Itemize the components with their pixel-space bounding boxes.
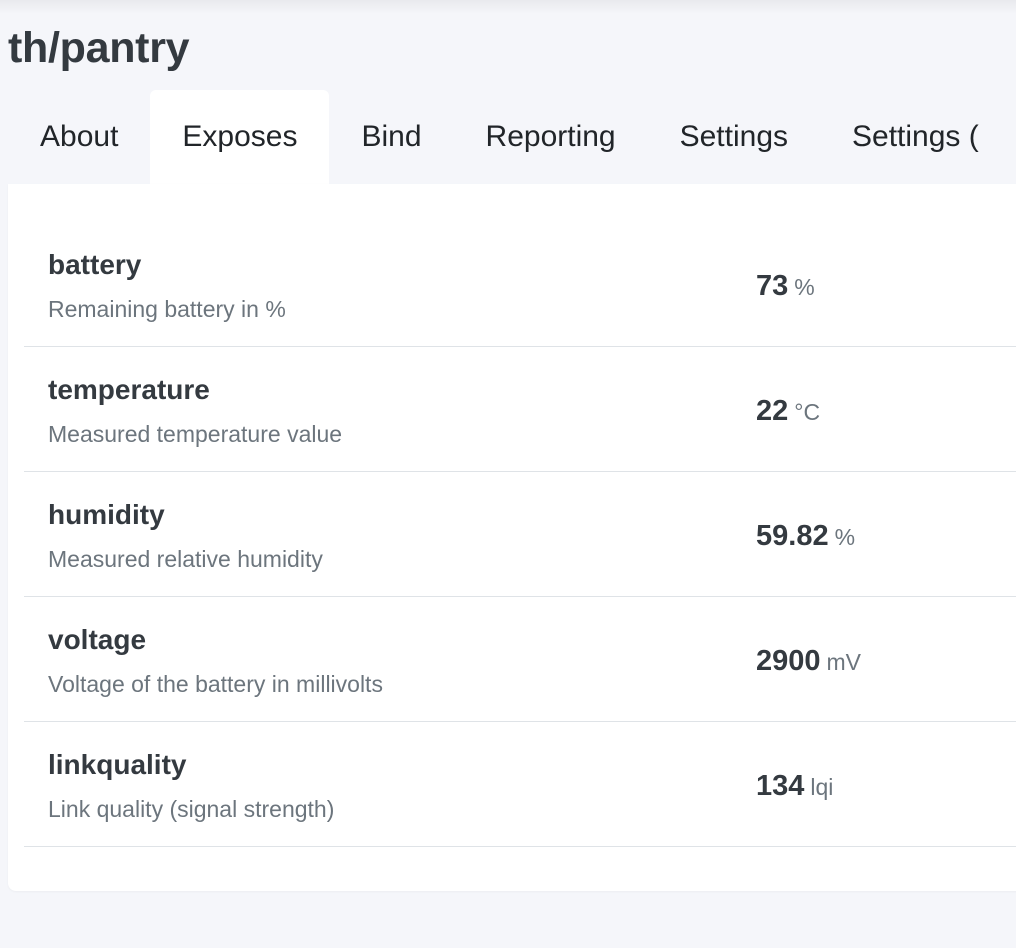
expose-value: 73% xyxy=(756,268,815,309)
page-title: th/pantry xyxy=(8,24,190,72)
expose-name: humidity xyxy=(48,499,165,530)
value-number: 2900 xyxy=(756,645,821,677)
value-unit: mV xyxy=(826,649,862,675)
value-unit: % xyxy=(834,524,856,550)
expose-value: 59.82% xyxy=(756,518,855,559)
expose-description: Measured relative humidity xyxy=(48,546,323,572)
expose-row-temperature: temperature Measured temperature value 2… xyxy=(24,347,1016,472)
expose-description: Voltage of the battery in millivolts xyxy=(48,671,383,697)
expose-name: temperature xyxy=(48,374,210,405)
expose-name: battery xyxy=(48,249,142,280)
expose-list: battery Remaining battery in % 73% tempe… xyxy=(24,222,1016,847)
tab-reporting[interactable]: Reporting xyxy=(454,90,648,184)
tab-bind[interactable]: Bind xyxy=(329,90,453,184)
value-unit: °C xyxy=(794,399,821,425)
tab-exposes[interactable]: Exposes xyxy=(150,90,330,184)
expose-name: linkquality xyxy=(48,749,187,780)
expose-description: Measured temperature value xyxy=(48,421,343,447)
value-unit: % xyxy=(794,274,815,300)
expose-value: 2900 mV xyxy=(756,643,861,684)
tab-bar: About Exposes Bind Reporting Settings Se… xyxy=(8,90,1016,184)
expose-description: Link quality (signal strength) xyxy=(48,796,335,822)
value-number: 134 xyxy=(756,770,805,802)
value-number: 22 xyxy=(756,395,789,427)
expose-row-linkquality: linkquality Link quality (signal strengt… xyxy=(24,722,1016,847)
tab-settings-specific[interactable]: Settings ( xyxy=(820,90,1011,184)
expose-description: Remaining battery in % xyxy=(48,296,286,322)
expose-value: 22 °C xyxy=(756,393,820,434)
exposes-card: battery Remaining battery in % 73% tempe… xyxy=(8,184,1016,891)
top-shadow xyxy=(0,0,1016,14)
value-number: 73 xyxy=(756,270,789,302)
expose-row-battery: battery Remaining battery in % 73% xyxy=(24,222,1016,347)
expose-row-voltage: voltage Voltage of the battery in milliv… xyxy=(24,597,1016,722)
tab-about[interactable]: About xyxy=(8,90,150,184)
tab-settings[interactable]: Settings xyxy=(648,90,820,184)
expose-name: voltage xyxy=(48,624,147,655)
value-number: 59.82 xyxy=(756,520,829,552)
expose-row-humidity: humidity Measured relative humidity 59.8… xyxy=(24,472,1016,597)
expose-value: 134 lqi xyxy=(756,768,833,809)
value-unit: lqi xyxy=(810,774,834,800)
